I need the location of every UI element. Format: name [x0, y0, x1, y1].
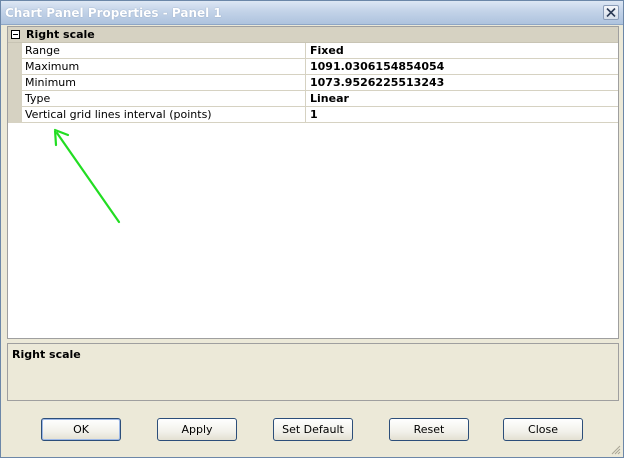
description-panel: Right scale	[7, 343, 619, 401]
category-label: Right scale	[26, 28, 95, 41]
column-divider	[305, 107, 306, 123]
property-row-range[interactable]: Range Fixed	[22, 43, 618, 59]
reset-button[interactable]: Reset	[389, 418, 469, 441]
property-row-maximum[interactable]: Maximum 1091.0306154854054	[22, 59, 618, 75]
property-row-type[interactable]: Type Linear	[22, 91, 618, 107]
column-divider	[305, 91, 306, 107]
property-value[interactable]: Linear	[310, 92, 349, 105]
chart-panel-properties-dialog: Chart Panel Properties - Panel 1 Right s…	[0, 0, 624, 458]
ok-button[interactable]: OK	[41, 418, 121, 441]
property-name: Vertical grid lines interval (points)	[25, 108, 212, 121]
property-name: Type	[25, 92, 51, 105]
property-value[interactable]: 1	[310, 108, 318, 121]
description-title: Right scale	[12, 348, 81, 361]
close-icon	[606, 8, 616, 17]
property-name: Range	[25, 44, 60, 57]
property-name: Maximum	[25, 60, 80, 73]
apply-button[interactable]: Apply	[157, 418, 237, 441]
column-divider	[305, 59, 306, 75]
property-value[interactable]: 1073.9526225513243	[310, 76, 444, 89]
property-name: Minimum	[25, 76, 76, 89]
category-gutter	[8, 43, 22, 123]
resize-grip-icon[interactable]	[609, 443, 621, 455]
minus-box-icon[interactable]	[11, 30, 20, 39]
close-window-button[interactable]	[603, 5, 619, 20]
column-divider	[305, 43, 306, 59]
close-button[interactable]: Close	[503, 418, 583, 441]
title-bar[interactable]: Chart Panel Properties - Panel 1	[1, 1, 623, 25]
property-value[interactable]: Fixed	[310, 44, 344, 57]
window-title: Chart Panel Properties - Panel 1	[5, 6, 222, 20]
column-divider	[305, 75, 306, 91]
annotation-arrow-icon	[53, 128, 121, 224]
property-value[interactable]: 1091.0306154854054	[310, 60, 444, 73]
category-row-right-scale[interactable]: Right scale	[8, 27, 618, 43]
property-row-minimum[interactable]: Minimum 1073.9526225513243	[22, 75, 618, 91]
set-default-button[interactable]: Set Default	[273, 418, 353, 441]
